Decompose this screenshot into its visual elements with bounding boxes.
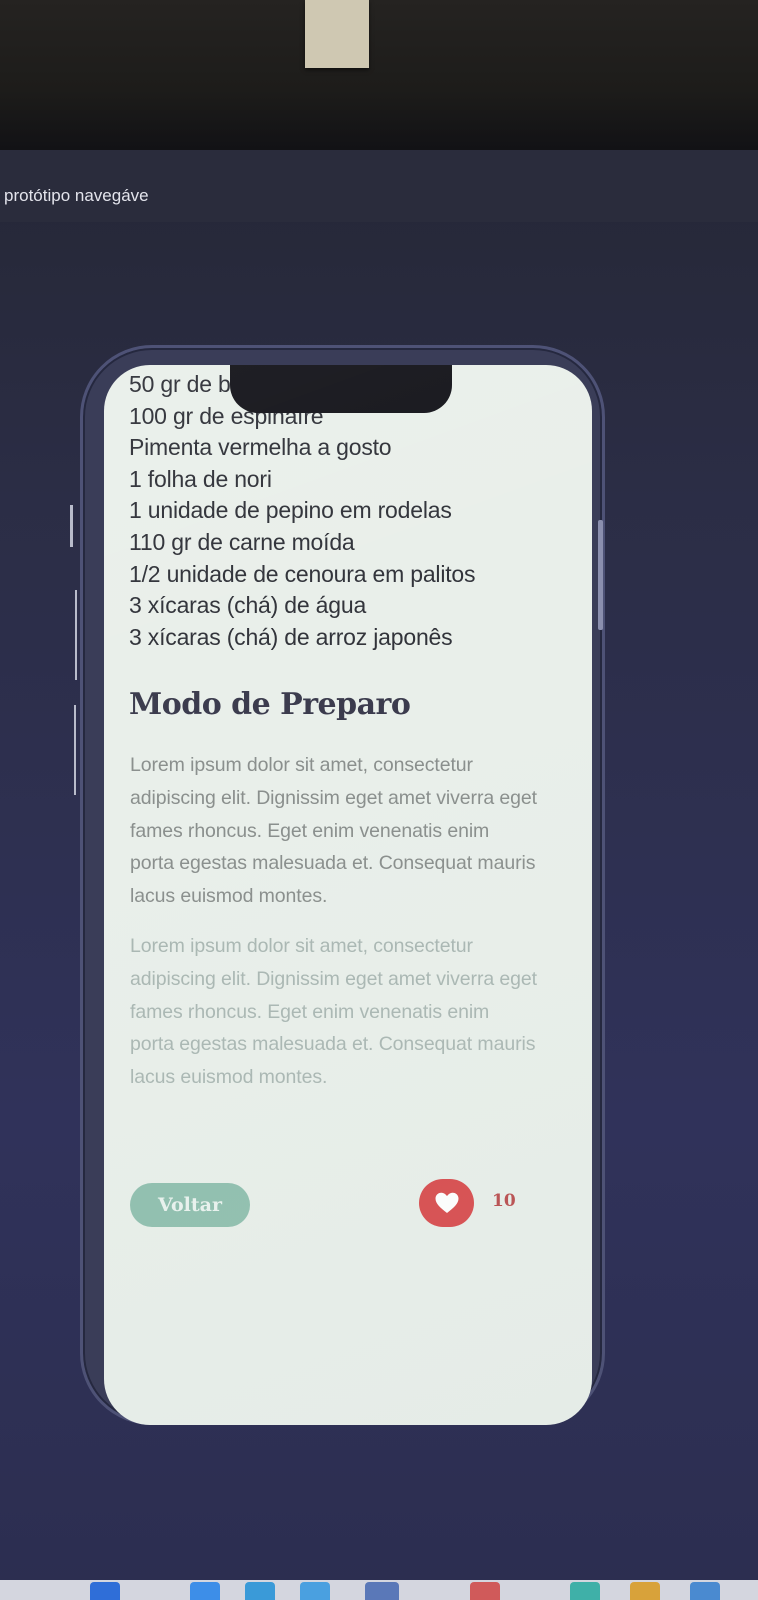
taskbar-icon[interactable] xyxy=(90,1582,120,1600)
ingredient-item: 1 unidade de pepino em rodelas xyxy=(129,497,452,524)
ingredient-item: 1 folha de nori xyxy=(129,465,272,492)
preparation-heading: Modo de Preparo xyxy=(129,687,411,722)
like-count: 10 xyxy=(492,1191,516,1211)
taskbar-icon[interactable] xyxy=(245,1582,275,1600)
back-button[interactable]: Voltar xyxy=(130,1183,250,1227)
ingredient-item: 1/2 unidade de cenoura em palitos xyxy=(129,560,476,587)
phone-side-button xyxy=(598,520,603,630)
frame-selection-edge-left-3 xyxy=(74,705,76,795)
desk-background xyxy=(0,0,758,150)
ingredient-item: 110 gr de carne moída xyxy=(129,528,355,555)
tape-piece xyxy=(305,0,369,68)
taskbar-icon[interactable] xyxy=(690,1582,720,1600)
ingredient-item: 3 xícaras (chá) de arroz japonês xyxy=(129,623,453,650)
heart-icon xyxy=(435,1192,458,1213)
photo-scene: protótipo navegáve 50 gr de b 100 gr de … xyxy=(0,0,758,1600)
like-button[interactable] xyxy=(419,1179,474,1227)
taskbar-icon[interactable] xyxy=(630,1582,660,1600)
preparation-paragraph: Lorem ipsum dolor sit amet, consectetur … xyxy=(130,754,537,908)
taskbar-icon[interactable] xyxy=(570,1582,600,1600)
taskbar-icon[interactable] xyxy=(365,1582,399,1600)
phone-notch xyxy=(230,365,452,413)
taskbar-icon[interactable] xyxy=(470,1582,500,1600)
phone-screen: 50 gr de b 100 gr de espinafre Pimenta v… xyxy=(104,365,592,1425)
frame-selection-edge-left-2 xyxy=(75,590,77,680)
taskbar-icon[interactable] xyxy=(300,1582,330,1600)
ingredient-item: 3 xícaras (chá) de água xyxy=(129,592,367,619)
preparation-paragraph: Lorem ipsum dolor sit amet, consectetur … xyxy=(130,935,537,1089)
frame-selection-edge-left xyxy=(70,505,73,547)
prototype-caption: protótipo navegáve xyxy=(4,186,149,205)
ingredient-item: Pimenta vermelha a gosto xyxy=(129,434,392,461)
taskbar-icon[interactable] xyxy=(190,1582,220,1600)
